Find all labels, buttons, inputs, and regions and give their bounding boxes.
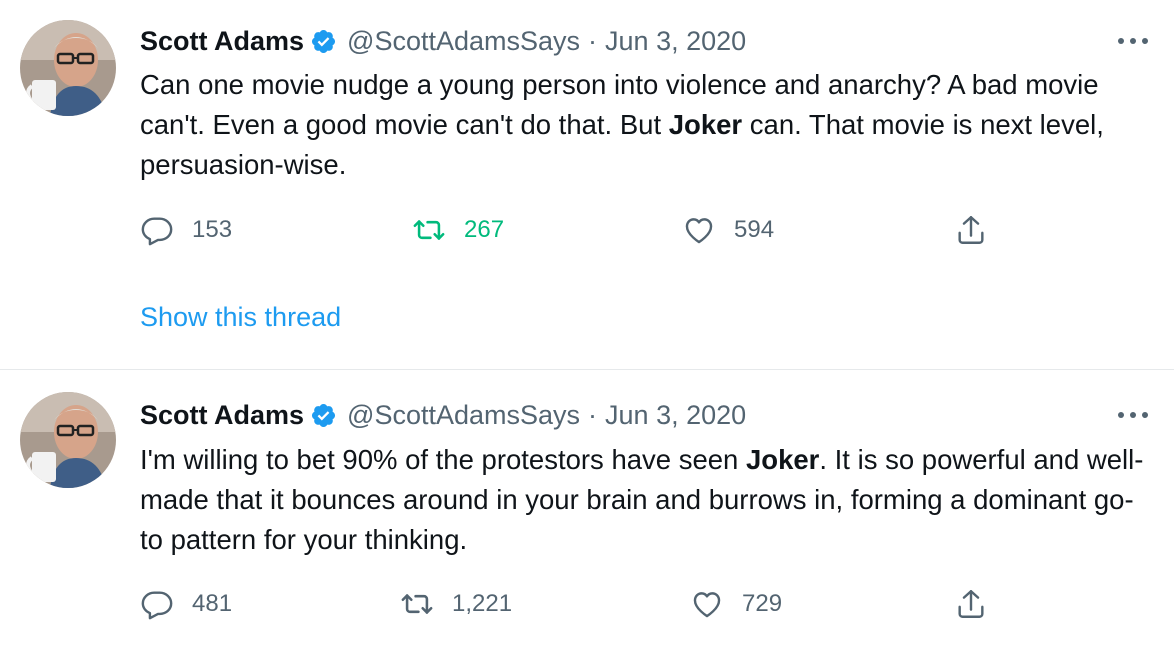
verified-badge-icon bbox=[310, 28, 337, 55]
retweet-button[interactable]: 267 bbox=[412, 210, 504, 250]
reply-count: 481 bbox=[192, 590, 233, 617]
like-button[interactable]: 729 bbox=[690, 584, 782, 624]
like-icon bbox=[682, 213, 716, 247]
author-name[interactable]: Scott Adams bbox=[140, 400, 304, 431]
tweet-header: Scott Adams @ScottAdamsSays · Jun 3, 202… bbox=[140, 397, 746, 433]
avatar[interactable] bbox=[20, 20, 116, 116]
show-thread-link[interactable]: Show this thread bbox=[140, 302, 341, 333]
share-icon bbox=[954, 213, 988, 247]
separator-dot: · bbox=[588, 25, 598, 56]
reply-button[interactable]: 481 bbox=[140, 584, 232, 624]
share-button[interactable] bbox=[954, 584, 988, 624]
like-count: 594 bbox=[734, 216, 775, 243]
separator-dot: · bbox=[588, 399, 598, 430]
retweet-count: 267 bbox=[464, 216, 505, 243]
retweet-icon bbox=[412, 213, 446, 247]
share-button[interactable] bbox=[954, 210, 988, 250]
like-button[interactable]: 594 bbox=[682, 210, 774, 250]
tweet-text: Can one movie nudge a young person into … bbox=[140, 69, 1104, 180]
author-name[interactable]: Scott Adams bbox=[140, 26, 304, 57]
tweet-text: I'm willing to bet 90% of the protestors… bbox=[140, 444, 1144, 555]
tweet[interactable]: Scott Adams @ScottAdamsSays · Jun 3, 202… bbox=[0, 370, 1174, 654]
share-icon bbox=[954, 587, 988, 621]
tweet-header: Scott Adams @ScottAdamsSays · Jun 3, 202… bbox=[140, 23, 746, 59]
reply-button[interactable]: 153 bbox=[140, 210, 232, 250]
tweet-date[interactable]: Jun 3, 2020 bbox=[605, 26, 746, 57]
avatar[interactable] bbox=[20, 392, 116, 488]
like-icon bbox=[690, 587, 724, 621]
joker-link[interactable]: Joker bbox=[669, 109, 742, 140]
joker-link[interactable]: Joker bbox=[746, 444, 819, 475]
more-options-icon[interactable] bbox=[1118, 34, 1148, 48]
reply-icon bbox=[140, 587, 174, 621]
reply-count: 153 bbox=[192, 216, 233, 243]
more-options-icon[interactable] bbox=[1118, 408, 1148, 422]
verified-badge-icon bbox=[310, 402, 337, 429]
author-handle[interactable]: @ScottAdamsSays bbox=[347, 400, 580, 431]
like-count: 729 bbox=[742, 590, 783, 617]
reply-icon bbox=[140, 213, 174, 247]
tweet-date[interactable]: Jun 3, 2020 bbox=[605, 400, 746, 431]
retweet-button[interactable]: 1,221 bbox=[400, 584, 512, 624]
tweet[interactable]: Scott Adams @ScottAdamsSays · Jun 3, 202… bbox=[0, 0, 1174, 370]
author-handle[interactable]: @ScottAdamsSays bbox=[347, 26, 580, 57]
retweet-icon bbox=[400, 587, 434, 621]
retweet-count: 1,221 bbox=[452, 590, 513, 617]
